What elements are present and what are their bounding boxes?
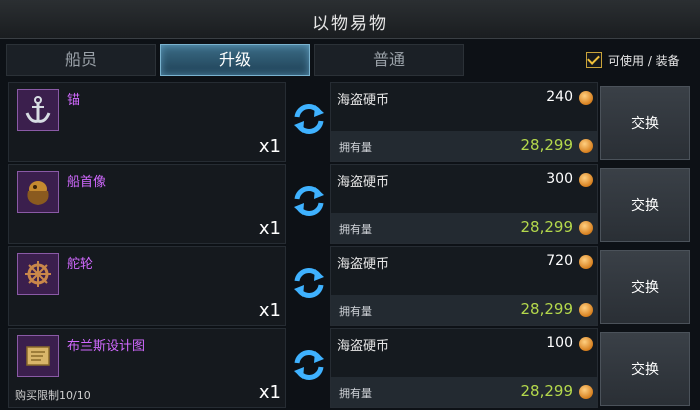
item-panel: 舵轮 x1 <box>8 246 286 326</box>
exchange-button[interactable]: 交换 <box>600 332 690 406</box>
pirate-coin-icon <box>579 337 593 351</box>
tab-upgrade[interactable]: 升级 <box>160 44 310 76</box>
price-value: 720 <box>546 253 573 269</box>
owned-value: 28,299 <box>520 300 574 318</box>
item-name: 布兰斯设计图 <box>67 339 146 354</box>
usable-filter[interactable]: 可使用 / 装备 <box>586 50 680 70</box>
owned-value: 28,299 <box>520 218 574 236</box>
owned-label: 拥有量 <box>339 305 372 318</box>
figurehead-icon[interactable] <box>17 171 59 213</box>
trade-row: 船首像 x1 海盗硬币 300 拥有量 28,299 交换 <box>8 164 692 244</box>
pirate-coin-icon <box>579 173 593 187</box>
owned-value: 28,299 <box>520 136 574 154</box>
pirate-coin-icon <box>579 303 593 317</box>
pirate-coin-icon <box>579 91 593 105</box>
price-panel: 海盗硬币 100 拥有量 28,299 <box>330 328 598 408</box>
tab-crew[interactable]: 船员 <box>6 44 156 76</box>
exchange-arrows-icon <box>288 98 330 140</box>
trade-row: 舵轮 x1 海盗硬币 720 拥有量 28,299 交换 <box>8 246 692 326</box>
item-name: 船首像 <box>67 175 107 190</box>
exchange-button[interactable]: 交换 <box>600 86 690 160</box>
exchange-button[interactable]: 交换 <box>600 168 690 242</box>
blueprint-icon[interactable] <box>17 335 59 377</box>
exchange-arrows-icon <box>288 180 330 222</box>
owned-label: 拥有量 <box>339 387 372 400</box>
owned-value: 28,299 <box>520 382 574 400</box>
price-panel: 海盗硬币 300 拥有量 28,299 <box>330 164 598 244</box>
trade-row: 布兰斯设计图 购买限制10/10 x1 海盗硬币 100 拥有量 28,299 … <box>8 328 692 408</box>
price-panel: 海盗硬币 720 拥有量 28,299 <box>330 246 598 326</box>
pirate-coin-icon <box>579 139 593 153</box>
price-value: 240 <box>546 89 573 105</box>
exchange-arrows-icon <box>288 344 330 386</box>
trade-row: 锚 x1 海盗硬币 240 拥有量 28,299 交换 <box>8 82 692 162</box>
item-quantity: x1 <box>258 218 281 239</box>
owned-label: 拥有量 <box>339 223 372 236</box>
pirate-coin-icon <box>579 255 593 269</box>
item-panel: 船首像 x1 <box>8 164 286 244</box>
pirate-coin-icon <box>579 221 593 235</box>
purchase-limit: 购买限制10/10 <box>15 389 91 402</box>
ship-wheel-icon[interactable] <box>17 253 59 295</box>
item-quantity: x1 <box>258 136 281 157</box>
usable-checkbox[interactable] <box>586 52 602 68</box>
item-panel: 锚 x1 <box>8 82 286 162</box>
currency-name: 海盗硬币 <box>337 257 390 272</box>
window-title: 以物易物 <box>312 14 388 34</box>
title-bar: 以物易物 <box>0 0 700 39</box>
exchange-arrows-icon <box>288 262 330 304</box>
owned-label: 拥有量 <box>339 141 372 154</box>
exchange-button[interactable]: 交换 <box>600 250 690 324</box>
item-quantity: x1 <box>258 300 281 321</box>
tab-normal[interactable]: 普通 <box>314 44 464 76</box>
price-value: 100 <box>546 335 573 351</box>
anchor-icon[interactable] <box>17 89 59 131</box>
item-name: 锚 <box>67 93 81 108</box>
currency-name: 海盗硬币 <box>337 175 390 190</box>
item-name: 舵轮 <box>67 257 94 272</box>
price-value: 300 <box>546 171 573 187</box>
pirate-coin-icon <box>579 385 593 399</box>
item-quantity: x1 <box>258 382 281 403</box>
currency-name: 海盗硬币 <box>337 339 390 354</box>
price-panel: 海盗硬币 240 拥有量 28,299 <box>330 82 598 162</box>
item-panel: 布兰斯设计图 购买限制10/10 x1 <box>8 328 286 408</box>
currency-name: 海盗硬币 <box>337 93 390 108</box>
usable-filter-label: 可使用 / 装备 <box>608 53 680 68</box>
